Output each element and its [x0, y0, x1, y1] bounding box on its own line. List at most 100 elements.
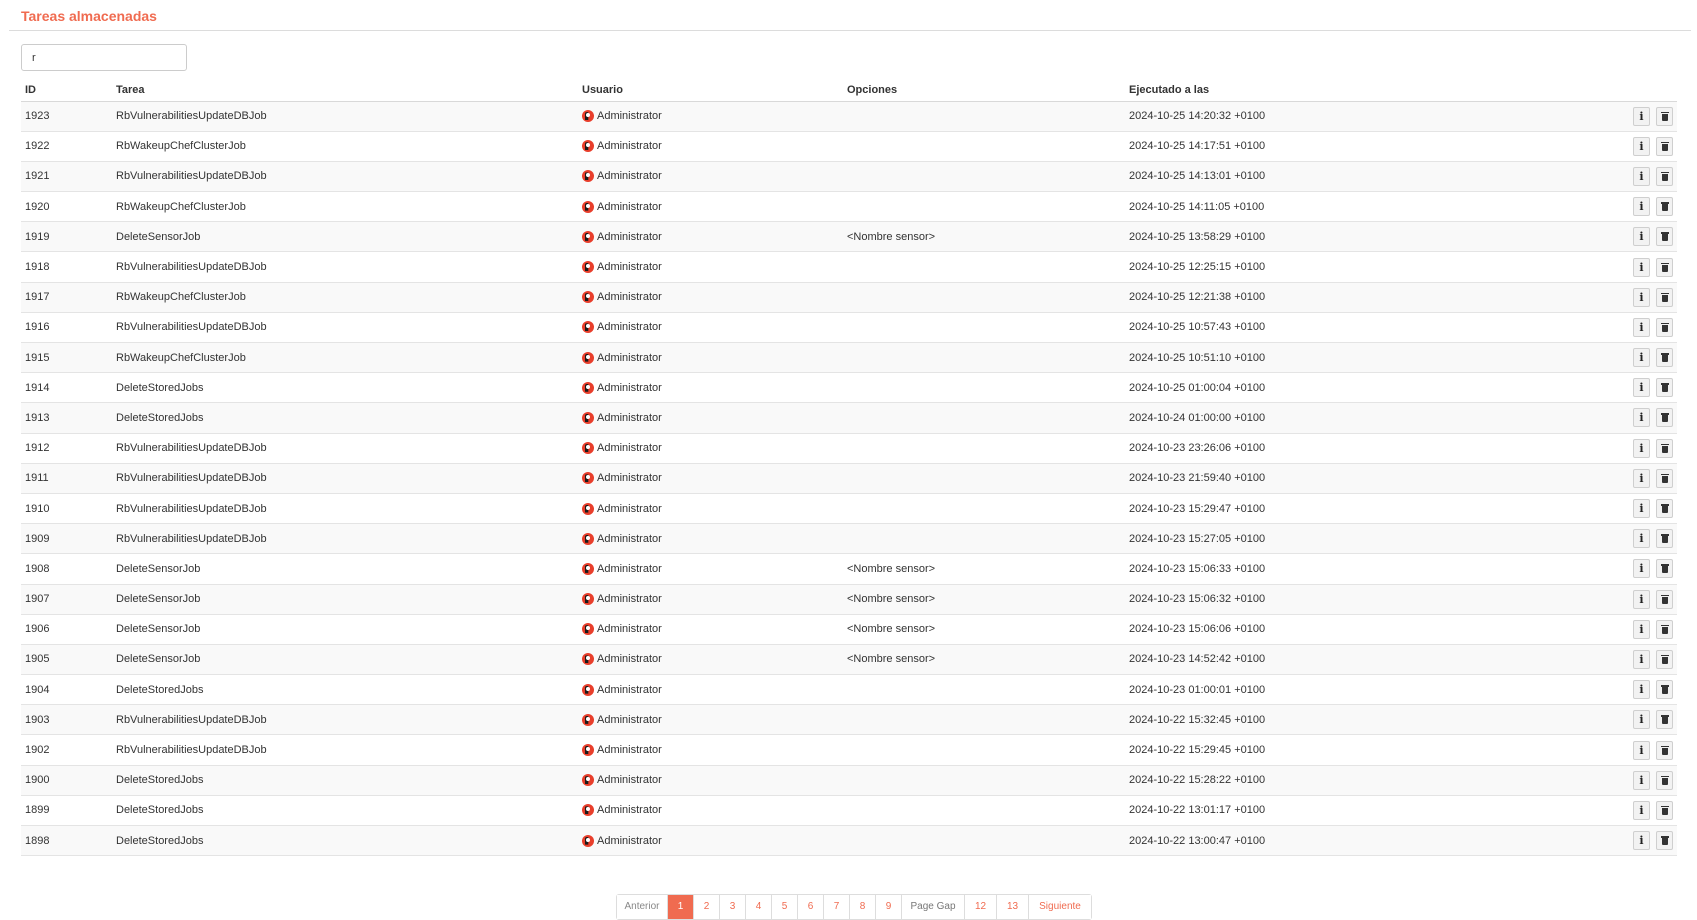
- delete-button[interactable]: [1656, 710, 1673, 730]
- delete-button[interactable]: [1656, 227, 1673, 247]
- job-task-cell: DeleteStoredJobs: [112, 372, 578, 404]
- table-row: 1908 DeleteSensorJob Administrator <Nombre …: [21, 553, 1677, 585]
- delete-button[interactable]: [1656, 619, 1673, 639]
- user-avatar-icon: [582, 472, 594, 485]
- info-button[interactable]: i: [1633, 227, 1650, 247]
- job-id-cell: 1915: [21, 342, 112, 374]
- trash-icon-lid: [1661, 262, 1669, 265]
- pagination-page-1[interactable]: 1: [668, 895, 694, 919]
- user-wrapper: Administrator: [582, 774, 843, 787]
- job-executed-at-cell: 2024-10-22 15:32:45 +0100: [1125, 704, 1575, 736]
- info-button[interactable]: i: [1633, 529, 1650, 549]
- info-button[interactable]: i: [1633, 468, 1650, 488]
- pagination-page-12[interactable]: 12: [965, 895, 997, 919]
- info-button[interactable]: i: [1633, 287, 1650, 307]
- info-button[interactable]: i: [1633, 408, 1650, 428]
- info-button[interactable]: i: [1633, 106, 1650, 126]
- info-button[interactable]: i: [1633, 166, 1650, 186]
- info-button[interactable]: i: [1633, 438, 1650, 458]
- info-button[interactable]: i: [1633, 317, 1650, 337]
- job-user-cell: Administrator: [578, 342, 843, 374]
- user-name: Administrator: [597, 653, 662, 666]
- info-button[interactable]: i: [1633, 589, 1650, 609]
- info-button[interactable]: i: [1633, 499, 1650, 519]
- job-user-cell: Administrator: [578, 795, 843, 827]
- info-button[interactable]: i: [1633, 348, 1650, 368]
- delete-button[interactable]: [1656, 317, 1673, 337]
- delete-button[interactable]: [1656, 680, 1673, 700]
- trash-icon-body: [1662, 596, 1668, 604]
- info-button[interactable]: i: [1633, 800, 1650, 820]
- pagination-page-9[interactable]: 9: [876, 895, 902, 919]
- user-wrapper: Administrator: [582, 321, 843, 334]
- column-header-options[interactable]: Opciones: [843, 79, 1125, 102]
- info-button[interactable]: i: [1633, 257, 1650, 277]
- table-body: 1923 RbVulnerabilitiesUpdateDBJob Administ…: [21, 101, 1677, 857]
- job-user-cell: Administrator: [578, 251, 843, 283]
- delete-button[interactable]: [1656, 468, 1673, 488]
- delete-button[interactable]: [1656, 378, 1673, 398]
- delete-button[interactable]: [1656, 438, 1673, 458]
- info-icon: i: [1639, 230, 1644, 244]
- column-header-id[interactable]: ID: [21, 79, 112, 102]
- pagination-page-5[interactable]: 5: [772, 895, 798, 919]
- delete-button[interactable]: [1656, 166, 1673, 186]
- delete-button[interactable]: [1656, 649, 1673, 669]
- table-row: 1900 DeleteStoredJobs Administrator 2024-10…: [21, 765, 1677, 796]
- delete-button[interactable]: [1656, 740, 1673, 760]
- delete-button[interactable]: [1656, 831, 1673, 851]
- column-header-executed-at[interactable]: Ejecutado a las: [1125, 79, 1575, 102]
- user-name: Administrator: [597, 261, 662, 274]
- delete-button[interactable]: [1656, 408, 1673, 428]
- pagination-page-2[interactable]: 2: [694, 895, 720, 919]
- delete-button[interactable]: [1656, 136, 1673, 156]
- delete-button[interactable]: [1656, 348, 1673, 368]
- delete-button[interactable]: [1656, 106, 1673, 126]
- delete-button[interactable]: [1656, 770, 1673, 790]
- pagination-page-7[interactable]: 7: [824, 895, 850, 919]
- search-input[interactable]: [21, 44, 187, 71]
- info-button[interactable]: i: [1633, 710, 1650, 730]
- delete-button[interactable]: [1656, 257, 1673, 277]
- pagination-page-8[interactable]: 8: [850, 895, 876, 919]
- user-avatar-icon: [582, 834, 594, 847]
- pagination-page-13[interactable]: 13: [997, 895, 1029, 919]
- delete-button[interactable]: [1656, 499, 1673, 519]
- user-wrapper: Administrator: [582, 532, 843, 545]
- delete-button[interactable]: [1656, 589, 1673, 609]
- user-name: Administrator: [597, 140, 662, 153]
- trash-icon-body: [1662, 807, 1668, 815]
- delete-button[interactable]: [1656, 559, 1673, 579]
- info-button[interactable]: i: [1633, 831, 1650, 851]
- info-icon: i: [1639, 592, 1644, 606]
- info-button[interactable]: i: [1633, 378, 1650, 398]
- pagination-page-4[interactable]: 4: [746, 895, 772, 919]
- job-executed-at-cell: 2024-10-22 15:29:45 +0100: [1125, 734, 1575, 766]
- user-wrapper: Administrator: [582, 110, 843, 123]
- info-button[interactable]: i: [1633, 559, 1650, 579]
- info-button[interactable]: i: [1633, 770, 1650, 790]
- job-actions-cell: i: [1575, 402, 1677, 434]
- info-button[interactable]: i: [1633, 136, 1650, 156]
- job-options-cell: [843, 161, 1125, 193]
- info-button[interactable]: i: [1633, 197, 1650, 217]
- column-header-task[interactable]: Tarea: [112, 79, 578, 102]
- user-avatar-icon: [582, 230, 594, 243]
- info-button[interactable]: i: [1633, 740, 1650, 760]
- user-avatar-icon: [582, 653, 594, 666]
- delete-button[interactable]: [1656, 197, 1673, 217]
- info-button[interactable]: i: [1633, 680, 1650, 700]
- info-button[interactable]: i: [1633, 619, 1650, 639]
- user-avatar-icon: [582, 170, 594, 183]
- pagination-next[interactable]: Siguiente: [1029, 895, 1091, 919]
- pagination-page-3[interactable]: 3: [720, 895, 746, 919]
- pagination-page-6[interactable]: 6: [798, 895, 824, 919]
- trash-icon-body: [1662, 687, 1668, 695]
- pagination-previous[interactable]: Anterior: [617, 895, 668, 919]
- delete-button[interactable]: [1656, 529, 1673, 549]
- table-row: 1905 DeleteSensorJob Administrator <Nombre …: [21, 644, 1677, 676]
- delete-button[interactable]: [1656, 287, 1673, 307]
- info-button[interactable]: i: [1633, 649, 1650, 669]
- column-header-user[interactable]: Usuario: [578, 79, 843, 102]
- delete-button[interactable]: [1656, 800, 1673, 820]
